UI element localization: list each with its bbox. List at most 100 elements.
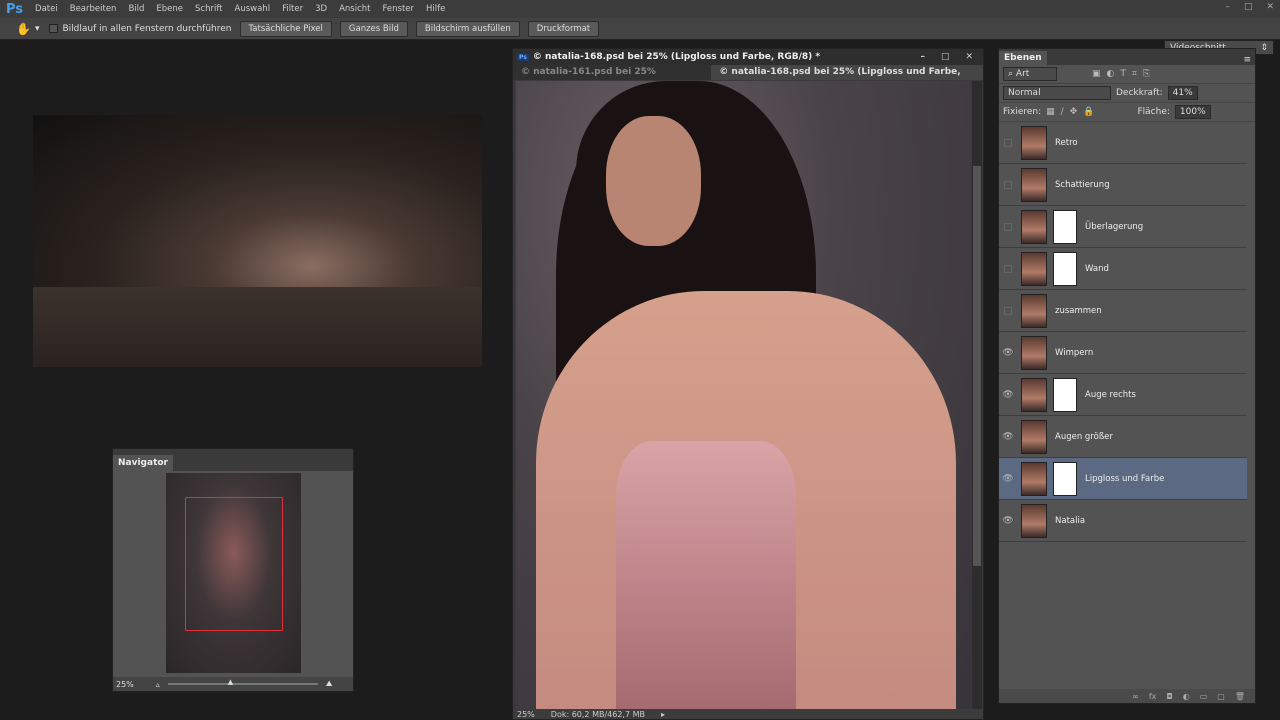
new-layer-icon[interactable]: ▢ xyxy=(1217,692,1225,701)
layer-row[interactable]: 👁 Lipgloss und Farbe xyxy=(999,458,1247,500)
layer-row[interactable]: 👁 Auge rechts xyxy=(999,374,1247,416)
opacity-input[interactable]: 41% xyxy=(1167,86,1198,100)
add-mask-icon[interactable]: ◘ xyxy=(1166,692,1172,701)
menu-item[interactable]: Schrift xyxy=(195,4,223,14)
fx-icon[interactable]: fx xyxy=(1149,692,1157,701)
eye-icon[interactable]: 👁 xyxy=(999,516,1017,526)
filter-kind-select[interactable]: ⌕ Art xyxy=(1003,67,1057,81)
eye-icon[interactable]: 👁 xyxy=(999,348,1017,358)
eye-icon[interactable]: 👁 xyxy=(999,432,1017,442)
tab-natalia-168[interactable]: © natalia-168.psd bei 25% (Lipgloss und … xyxy=(711,65,983,92)
layer-row[interactable]: 👁 Augen größer xyxy=(999,416,1247,458)
visibility-toggle[interactable] xyxy=(1004,222,1012,231)
blend-mode-select[interactable]: Normal xyxy=(1003,86,1111,100)
lock-icons[interactable]: ▦∕✥🔒 xyxy=(1046,107,1100,117)
navigator-panel: Navigator 25% ▵ ▲ ⛰ xyxy=(112,448,354,692)
visibility-toggle[interactable] xyxy=(1004,180,1012,189)
layer-thumbnail xyxy=(1021,461,1047,496)
layers-panel: Ebenen ≡ ⌕ Art ▣◐T⌗⎘ Normal Deckkraft: 41%… xyxy=(998,48,1256,704)
photoshop-logo: Ps xyxy=(6,1,24,17)
lock-label: Fixieren: xyxy=(1003,107,1042,117)
hand-tool-icon[interactable]: ✋ xyxy=(16,22,31,36)
layer-mask-thumbnail[interactable] xyxy=(1053,209,1077,244)
navigator-thumbnail[interactable] xyxy=(166,473,301,673)
document-canvas[interactable] xyxy=(516,81,971,709)
layer-row[interactable]: 👁 Wimpern xyxy=(999,332,1247,374)
layer-name: Lipgloss und Farbe xyxy=(1085,473,1165,484)
filter-icons[interactable]: ▣◐T⌗⎘ xyxy=(1092,69,1156,79)
layer-name: Wand xyxy=(1085,263,1109,274)
menu-item[interactable]: Hilfe xyxy=(426,4,445,14)
close-icon[interactable]: ✕ xyxy=(965,52,973,62)
layer-name: Retro xyxy=(1055,137,1078,148)
layer-name: Überlagerung xyxy=(1085,221,1144,232)
eye-icon[interactable]: 👁 xyxy=(999,390,1017,400)
layers-tab[interactable]: Ebenen xyxy=(999,51,1047,65)
layer-row[interactable]: zusammen xyxy=(999,290,1247,332)
minimize-icon[interactable]: – xyxy=(920,52,925,62)
menu-item[interactable]: Fenster xyxy=(382,4,414,14)
link-icon[interactable]: ∞ xyxy=(1132,692,1139,701)
status-menu-icon[interactable]: ▸ xyxy=(661,710,665,719)
menu-item[interactable]: Filter xyxy=(282,4,303,14)
visibility-toggle[interactable] xyxy=(1004,306,1012,315)
fit-screen-button[interactable]: Ganzes Bild xyxy=(339,20,408,37)
options-bar: ✋ ▾ Bildlauf in allen Fenstern durchführ… xyxy=(0,18,1280,55)
layer-thumbnail xyxy=(1021,125,1047,160)
layer-name: Wimpern xyxy=(1055,347,1094,358)
filter-label: Art xyxy=(1015,69,1030,79)
visibility-toggle[interactable] xyxy=(1004,264,1012,273)
zoom-out-icon[interactable]: ▵ xyxy=(156,680,160,689)
menu-item[interactable]: Ansicht xyxy=(339,4,370,14)
layer-thumbnail xyxy=(1021,335,1047,370)
zoom-in-icon[interactable]: ⛰ xyxy=(326,679,333,689)
minimize-icon[interactable]: – xyxy=(1225,2,1230,12)
trash-icon[interactable]: 🗑 xyxy=(1235,692,1245,701)
menu-item[interactable]: 3D xyxy=(315,4,327,14)
panel-menu-icon[interactable]: ≡ xyxy=(1243,55,1251,65)
tool-preset-dropdown[interactable]: ▾ xyxy=(35,24,40,34)
fill-label: Fläche: xyxy=(1137,107,1170,117)
layer-mask-thumbnail[interactable] xyxy=(1053,377,1077,412)
fill-screen-button[interactable]: Bildschirm ausfüllen xyxy=(415,20,520,37)
navigator-view-rect[interactable] xyxy=(185,497,283,631)
menu-item[interactable]: Bearbeiten xyxy=(70,4,117,14)
layer-name: Auge rechts xyxy=(1085,389,1136,400)
layer-row[interactable]: Schattierung xyxy=(999,164,1247,206)
print-size-button[interactable]: Druckformat xyxy=(527,20,600,37)
layer-name: Schattierung xyxy=(1055,179,1110,190)
ps-doc-icon: Ps xyxy=(517,53,529,61)
eye-icon[interactable]: 👁 xyxy=(999,474,1017,484)
layer-row[interactable]: Retro xyxy=(999,122,1247,164)
zoom-slider[interactable]: ▲ xyxy=(167,678,318,686)
visibility-toggle[interactable] xyxy=(1004,138,1012,147)
close-icon[interactable]: ✕ xyxy=(1266,2,1274,12)
maximize-icon[interactable]: □ xyxy=(941,52,950,62)
menubar: Ps Datei Bearbeiten Bild Ebene Schrift Auswah… xyxy=(0,0,1280,18)
opacity-label: Deckkraft: xyxy=(1116,88,1163,98)
navigator-zoom[interactable]: 25% xyxy=(116,680,134,689)
vertical-scrollbar[interactable] xyxy=(972,81,982,709)
layer-row[interactable]: Wand xyxy=(999,248,1247,290)
menu-item[interactable]: Auswahl xyxy=(235,4,271,14)
layer-name: Augen größer xyxy=(1055,431,1113,442)
fill-input[interactable]: 100% xyxy=(1174,105,1211,119)
actual-pixels-button[interactable]: Tatsächliche Pixel xyxy=(239,20,332,37)
group-icon[interactable]: ▭ xyxy=(1200,692,1208,701)
status-zoom[interactable]: 25% xyxy=(517,710,535,719)
layer-row[interactable]: 👁 Natalia xyxy=(999,500,1247,542)
menu-item[interactable]: Bild xyxy=(128,4,144,14)
navigator-tab[interactable]: Navigator xyxy=(113,455,173,471)
layer-thumbnail xyxy=(1021,377,1047,412)
layer-row[interactable]: Überlagerung xyxy=(999,206,1247,248)
tab-natalia-161[interactable]: © natalia-161.psd bei 25% (Schärfe-B... … xyxy=(513,65,711,92)
scroll-all-checkbox[interactable] xyxy=(49,24,59,33)
floating-image-preview xyxy=(33,115,482,367)
layer-mask-thumbnail[interactable] xyxy=(1053,251,1077,286)
menu-item[interactable]: Datei xyxy=(35,4,58,14)
maximize-icon[interactable]: □ xyxy=(1244,2,1253,12)
layer-thumbnail xyxy=(1021,503,1047,538)
adjustment-icon[interactable]: ◐ xyxy=(1183,692,1190,701)
layer-mask-thumbnail[interactable] xyxy=(1053,461,1077,496)
menu-item[interactable]: Ebene xyxy=(156,4,183,14)
